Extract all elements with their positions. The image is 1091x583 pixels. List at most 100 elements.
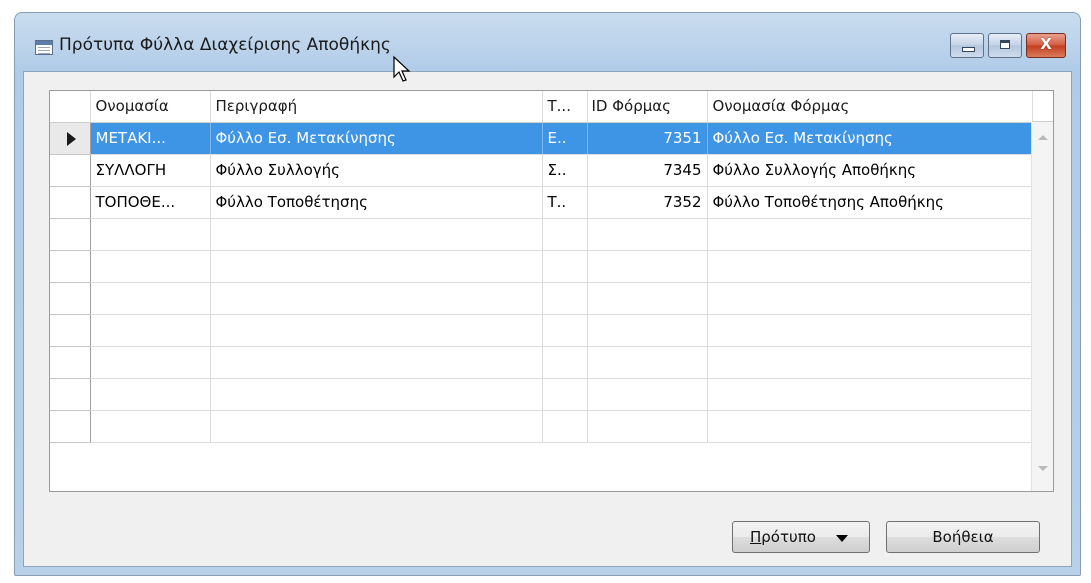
cell-form-name[interactable]: Φύλλο Εσ. Μετακίνησης — [707, 122, 1035, 155]
row-selector[interactable] — [50, 186, 91, 219]
header-corner — [1032, 91, 1053, 122]
empty-cell[interactable] — [707, 282, 1035, 315]
column-header-description[interactable]: Περιγραφή — [210, 91, 543, 123]
empty-cell[interactable] — [542, 250, 588, 283]
empty-table-row[interactable] — [50, 314, 1035, 347]
current-row-arrow-icon — [67, 131, 76, 146]
empty-table-row[interactable] — [50, 250, 1035, 283]
row-selector[interactable] — [50, 154, 91, 187]
row-selector[interactable] — [50, 346, 91, 379]
table-row[interactable]: ΣΥΛΛΟΓΗ Φύλλο Συλλογής Σ.. 7345 Φύλλο Συλλογ… — [50, 154, 1035, 187]
empty-cell[interactable] — [542, 282, 588, 315]
cell-form-id[interactable]: 7345 — [587, 154, 708, 187]
row-selector[interactable] — [50, 378, 91, 411]
templates-grid[interactable]: Ονομασία Περιγραφή Τ... ID Φόρμας Ονομασ… — [49, 90, 1054, 492]
empty-cell[interactable] — [210, 218, 543, 251]
form-window-icon[interactable] — [35, 40, 53, 55]
cell-description[interactable]: Φύλλο Εσ. Μετακίνησης — [210, 122, 543, 155]
cell-description[interactable]: Φύλλο Συλλογής — [210, 154, 543, 187]
empty-table-row[interactable] — [50, 218, 1035, 251]
cell-form-name[interactable]: Φύλλο Τοποθέτησης Αποθήκης — [707, 186, 1035, 219]
empty-cell[interactable] — [587, 410, 708, 443]
empty-cell[interactable] — [707, 378, 1035, 411]
help-button[interactable]: Βοήθεια — [886, 521, 1040, 553]
empty-cell[interactable] — [587, 250, 708, 283]
client-area: Ονομασία Περιγραφή Τ... ID Φόρμας Ονομασ… — [23, 71, 1072, 567]
close-icon: X — [1040, 35, 1052, 53]
empty-cell[interactable] — [90, 314, 211, 347]
empty-table-row[interactable] — [50, 282, 1035, 315]
cell-name[interactable]: ΣΥΛΛΟΓΗ — [90, 154, 211, 187]
empty-cell[interactable] — [707, 314, 1035, 347]
empty-cell[interactable] — [210, 282, 543, 315]
empty-cell[interactable] — [707, 410, 1035, 443]
template-button-accesskey: Π — [750, 528, 762, 546]
empty-cell[interactable] — [542, 346, 588, 379]
cell-form-id[interactable]: 7352 — [587, 186, 708, 219]
minimize-icon — [962, 47, 975, 52]
empty-table-row[interactable] — [50, 410, 1035, 443]
table-header-row: Ονομασία Περιγραφή Τ... ID Φόρμας Ονομασ… — [50, 91, 1035, 123]
empty-cell[interactable] — [90, 346, 211, 379]
empty-cell[interactable] — [210, 314, 543, 347]
empty-cell[interactable] — [210, 378, 543, 411]
empty-cell[interactable] — [587, 218, 708, 251]
cell-type[interactable]: Ε.. — [542, 122, 588, 155]
empty-cell[interactable] — [90, 218, 211, 251]
column-header-form-id[interactable]: ID Φόρμας — [587, 91, 708, 123]
empty-cell[interactable] — [707, 346, 1035, 379]
empty-cell[interactable] — [90, 282, 211, 315]
row-selector-header — [50, 91, 91, 123]
empty-cell[interactable] — [90, 410, 211, 443]
cell-type[interactable]: Τ.. — [542, 186, 588, 219]
cell-form-name[interactable]: Φύλλο Συλλογής Αποθήκης — [707, 154, 1035, 187]
empty-cell[interactable] — [707, 218, 1035, 251]
table-row[interactable]: ΤΟΠΟΘΕ... Φύλλο Τοποθέτησης Τ.. 7352 Φύλλο Τ… — [50, 186, 1035, 219]
row-selector[interactable] — [50, 122, 91, 155]
cell-description[interactable]: Φύλλο Τοποθέτησης — [210, 186, 543, 219]
empty-cell[interactable] — [542, 314, 588, 347]
title-bar[interactable]: Πρότυπα Φύλλα Διαχείρισης Αποθήκης X — [15, 13, 1080, 71]
row-selector[interactable] — [50, 410, 91, 443]
scroll-down-icon[interactable] — [1038, 466, 1048, 471]
row-selector[interactable] — [50, 314, 91, 347]
empty-cell[interactable] — [542, 378, 588, 411]
minimize-button[interactable] — [950, 33, 984, 58]
table-body: ΜΕΤΑΚΙ... Φύλλο Εσ. Μετακίνησης Ε.. 7351 Φύλ… — [50, 122, 1035, 443]
template-button[interactable]: Πρότυπο — [732, 521, 870, 553]
cell-type[interactable]: Σ.. — [542, 154, 588, 187]
cell-name[interactable]: ΜΕΤΑΚΙ... — [90, 122, 211, 155]
row-selector[interactable] — [50, 218, 91, 251]
table-row[interactable]: ΜΕΤΑΚΙ... Φύλλο Εσ. Μετακίνησης Ε.. 7351 Φύλ… — [50, 122, 1035, 155]
column-header-name[interactable]: Ονομασία — [90, 91, 211, 123]
empty-cell[interactable] — [542, 410, 588, 443]
empty-cell[interactable] — [210, 250, 543, 283]
empty-cell[interactable] — [707, 250, 1035, 283]
column-header-form-name[interactable]: Ονομασία Φόρμας — [707, 91, 1035, 123]
vertical-scrollbar[interactable] — [1031, 122, 1053, 491]
empty-table-row[interactable] — [50, 346, 1035, 379]
empty-cell[interactable] — [90, 378, 211, 411]
close-button[interactable]: X — [1026, 33, 1066, 58]
window: Πρότυπα Φύλλα Διαχείρισης Αποθήκης X Ονο… — [14, 12, 1081, 576]
row-selector[interactable] — [50, 250, 91, 283]
empty-cell[interactable] — [210, 346, 543, 379]
column-header-type[interactable]: Τ... — [542, 91, 588, 123]
scroll-up-icon[interactable] — [1038, 135, 1048, 140]
row-selector[interactable] — [50, 282, 91, 315]
empty-table-row[interactable] — [50, 378, 1035, 411]
maximize-button[interactable] — [988, 33, 1022, 58]
empty-cell[interactable] — [587, 314, 708, 347]
cell-name[interactable]: ΤΟΠΟΘΕ... — [90, 186, 211, 219]
window-title: Πρότυπα Φύλλα Διαχείρισης Αποθήκης — [59, 35, 391, 55]
caption-buttons: X — [950, 33, 1066, 58]
cell-form-id[interactable]: 7351 — [587, 122, 708, 155]
empty-cell[interactable] — [587, 282, 708, 315]
empty-cell[interactable] — [542, 218, 588, 251]
dropdown-arrow-icon — [836, 535, 848, 542]
empty-cell[interactable] — [90, 250, 211, 283]
empty-cell[interactable] — [587, 378, 708, 411]
empty-cell[interactable] — [210, 410, 543, 443]
empty-cell[interactable] — [587, 346, 708, 379]
maximize-icon — [1000, 40, 1010, 49]
